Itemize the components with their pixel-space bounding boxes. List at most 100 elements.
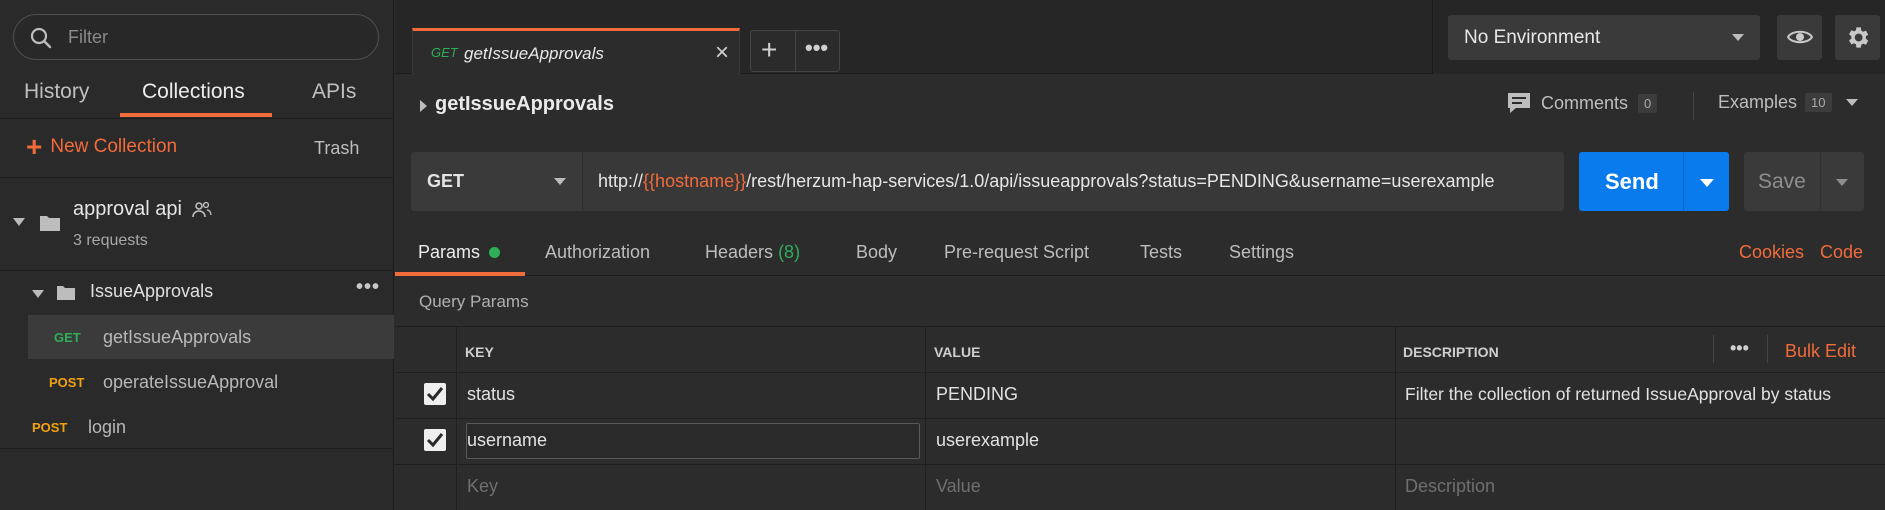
cookies-link[interactable]: Cookies <box>1739 242 1804 263</box>
column-divider <box>456 419 457 465</box>
param-description[interactable]: Filter the collection of returned IssueA… <box>1405 384 1831 405</box>
column-header-value: VALUE <box>934 344 981 360</box>
params-active-dot <box>489 247 500 258</box>
query-params-title: Query Params <box>419 292 529 311</box>
more-options-icon[interactable]: ••• <box>1730 338 1749 359</box>
tab-prerequest-script[interactable]: Pre-request Script <box>944 242 1089 263</box>
url-prefix: http:// <box>598 171 644 191</box>
request-name: getIssueApprovals <box>103 327 252 347</box>
collection-name: approval api <box>73 198 182 220</box>
tab-params[interactable]: Params <box>418 242 480 263</box>
request-tab-active[interactable]: GET getIssueApprovals × <box>412 28 740 75</box>
active-tab-indicator <box>395 272 525 276</box>
param-value[interactable]: userexample <box>936 430 1039 451</box>
folder-icon <box>57 286 75 300</box>
new-description-placeholder[interactable]: Description <box>1405 476 1495 497</box>
tab-apis[interactable]: APIs <box>312 80 356 104</box>
tab-settings[interactable]: Settings <box>1229 242 1294 263</box>
column-divider <box>925 327 926 373</box>
send-label: Send <box>1605 169 1659 194</box>
comments-label: Comments <box>1541 92 1629 113</box>
eye-icon <box>1786 30 1814 44</box>
tab-history[interactable]: History <box>24 80 89 104</box>
param-key[interactable]: status <box>467 384 515 405</box>
table-row-new: Key Value Description <box>395 464 1885 510</box>
comment-icon <box>1508 93 1530 113</box>
url-variable: {{hostname}} <box>643 171 747 191</box>
folder-icon <box>40 216 60 231</box>
divider <box>0 448 394 449</box>
method-select[interactable]: GET <box>411 152 582 211</box>
divider <box>1713 335 1714 363</box>
method-badge: POST <box>49 375 85 390</box>
filter-box[interactable] <box>13 14 379 60</box>
tab-tests[interactable]: Tests <box>1140 242 1182 263</box>
examples-button[interactable]: Examples 10 <box>1718 92 1858 113</box>
param-key[interactable]: username <box>467 430 547 451</box>
divider <box>1820 152 1821 211</box>
column-divider <box>1395 327 1396 373</box>
settings-button[interactable] <box>1835 15 1880 60</box>
new-collection-button[interactable]: + New Collection <box>26 131 178 162</box>
divider <box>795 31 796 71</box>
new-tab-icon[interactable]: + <box>761 34 777 66</box>
check-icon <box>426 387 444 402</box>
table-header: KEY VALUE DESCRIPTION ••• Bulk Edit <box>395 326 1885 373</box>
tab-collections[interactable]: Collections <box>142 80 245 104</box>
tab-headers[interactable]: Headers (8) <box>705 242 800 263</box>
chevron-down-icon <box>554 178 566 185</box>
caret-down-icon[interactable] <box>32 290 44 298</box>
caret-down-icon[interactable] <box>13 218 25 226</box>
row-enabled-checkbox[interactable] <box>424 429 446 451</box>
tab-method-badge: GET <box>431 45 458 60</box>
save-options-chevron-icon[interactable] <box>1836 179 1848 186</box>
more-options-icon[interactable]: ••• <box>356 276 380 299</box>
save-button[interactable]: Save <box>1744 152 1864 211</box>
table-row: username userexample <box>395 418 1885 465</box>
bulk-edit-link[interactable]: Bulk Edit <box>1785 341 1856 362</box>
headers-count: (8) <box>778 242 801 262</box>
column-divider <box>456 373 457 419</box>
tab-body[interactable]: Body <box>856 242 897 263</box>
column-divider <box>456 465 457 510</box>
folder-item[interactable]: IssueApprovals ••• <box>28 276 394 312</box>
column-divider <box>456 327 457 373</box>
close-icon[interactable]: × <box>715 39 729 67</box>
send-options-chevron-icon[interactable] <box>1700 179 1714 187</box>
comments-count: 0 <box>1638 93 1658 113</box>
filter-input[interactable] <box>68 25 358 49</box>
code-link[interactable]: Code <box>1820 242 1863 263</box>
comments-button[interactable]: Comments 0 <box>1507 92 1658 114</box>
environment-select[interactable]: No Environment <box>1448 15 1760 60</box>
column-divider <box>925 465 926 510</box>
table-row: status PENDING Filter the collection of … <box>395 372 1885 419</box>
check-icon <box>426 433 444 448</box>
url-text: http://{{hostname}}/rest/herzum-hap-serv… <box>598 171 1495 192</box>
request-item[interactable]: POST operateIssueApproval <box>28 360 394 404</box>
tab-authorization[interactable]: Authorization <box>545 242 650 263</box>
tab-title: getIssueApprovals <box>464 44 604 63</box>
caret-right-icon[interactable] <box>420 100 427 112</box>
column-header-description: DESCRIPTION <box>1403 344 1499 360</box>
team-icon <box>192 201 212 218</box>
chevron-down-icon <box>1732 34 1744 41</box>
new-key-placeholder[interactable]: Key <box>467 476 498 497</box>
new-collection-label: New Collection <box>50 136 178 157</box>
request-item[interactable]: POST login <box>0 405 366 449</box>
url-input[interactable]: http://{{hostname}}/rest/herzum-hap-serv… <box>583 152 1564 211</box>
new-value-placeholder[interactable]: Value <box>936 476 981 497</box>
row-enabled-checkbox[interactable] <box>424 383 446 405</box>
plus-icon: + <box>26 131 43 162</box>
divider <box>0 177 394 178</box>
request-item[interactable]: GET getIssueApprovals <box>28 315 394 359</box>
param-value[interactable]: PENDING <box>936 384 1018 405</box>
divider <box>1767 335 1768 363</box>
collection-item[interactable]: approval api 3 requests <box>0 190 394 268</box>
tab-headers-label: Headers <box>705 242 774 262</box>
send-button[interactable]: Send <box>1579 152 1729 211</box>
environment-quick-look-button[interactable] <box>1777 15 1822 60</box>
divider <box>0 118 394 119</box>
more-options-icon[interactable]: ••• <box>805 35 828 61</box>
trash-button[interactable]: Trash <box>314 138 359 159</box>
divider <box>1693 92 1694 120</box>
